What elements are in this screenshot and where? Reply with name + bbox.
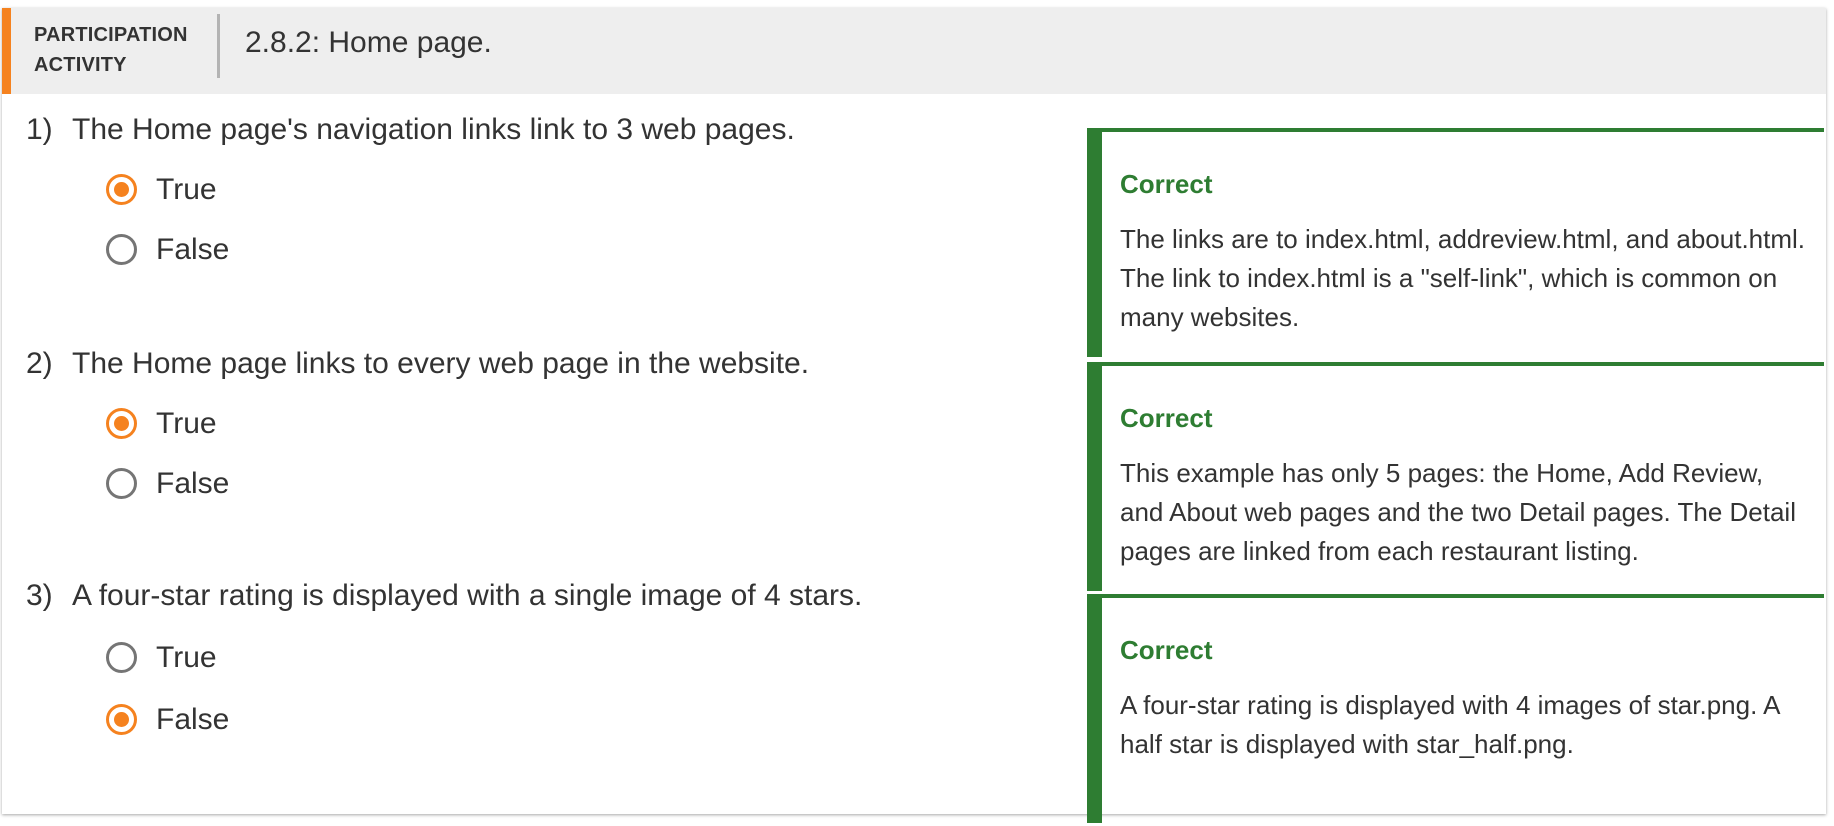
feedback-explanation: This example has only 5 pages: the Home,… [1120, 458, 1796, 566]
feedback-panel-1: Correct The links are to index.html, add… [1087, 128, 1824, 357]
question-number: 1) [26, 113, 53, 146]
radio-unselected-icon[interactable] [106, 642, 137, 673]
feedback-accent-bar [1087, 128, 1102, 357]
option-label: True [156, 173, 217, 206]
option-label: True [156, 641, 217, 674]
feedback-accent-bar [1087, 362, 1102, 591]
activity-type-line2: ACTIVITY [34, 54, 127, 76]
radio-selected-icon[interactable] [106, 408, 137, 439]
radio-selected-icon[interactable] [106, 174, 137, 205]
feedback-explanation: The links are to index.html, addreview.h… [1120, 224, 1806, 332]
activity-type-label: PARTICIPATION ACTIVITY [34, 20, 209, 80]
question-text: A four-star rating is displayed with a s… [72, 579, 863, 612]
activity-title: 2.8.2: Home page. [245, 26, 492, 59]
header-accent-bar [2, 8, 11, 94]
question-number: 2) [26, 347, 53, 380]
question-1: 1) The Home page's navigation links link… [26, 110, 1066, 310]
radio-unselected-icon[interactable] [106, 234, 137, 265]
radio-unselected-icon[interactable] [106, 468, 137, 499]
feedback-panel-3: Correct A four-star rating is displayed … [1087, 594, 1824, 823]
option-label: True [156, 407, 217, 440]
feedback-status: Correct [1120, 635, 1213, 665]
question-2: 2) The Home page links to every web page… [26, 344, 1066, 544]
option-label: False [156, 233, 230, 266]
activity-header: PARTICIPATION ACTIVITY 2.8.2: Home page. [2, 8, 1826, 94]
question-text: The Home page's navigation links link to… [72, 113, 795, 146]
feedback-explanation: A four-star rating is displayed with 4 i… [1120, 690, 1780, 759]
option-label: False [156, 703, 230, 736]
activity-type-line1: PARTICIPATION [34, 24, 188, 46]
feedback-status: Correct [1120, 403, 1213, 433]
question-3: 3) A four-star rating is displayed with … [26, 576, 1066, 776]
radio-selected-icon[interactable] [106, 704, 137, 735]
option-label: False [156, 467, 230, 500]
question-text: The Home page links to every web page in… [72, 347, 810, 380]
feedback-status: Correct [1120, 169, 1213, 199]
participation-activity-card: PARTICIPATION ACTIVITY 2.8.2: Home page.… [2, 8, 1826, 823]
feedback-accent-bar [1087, 594, 1102, 823]
header-divider [217, 14, 220, 78]
feedback-panel-2: Correct This example has only 5 pages: t… [1087, 362, 1824, 591]
question-number: 3) [26, 579, 53, 612]
